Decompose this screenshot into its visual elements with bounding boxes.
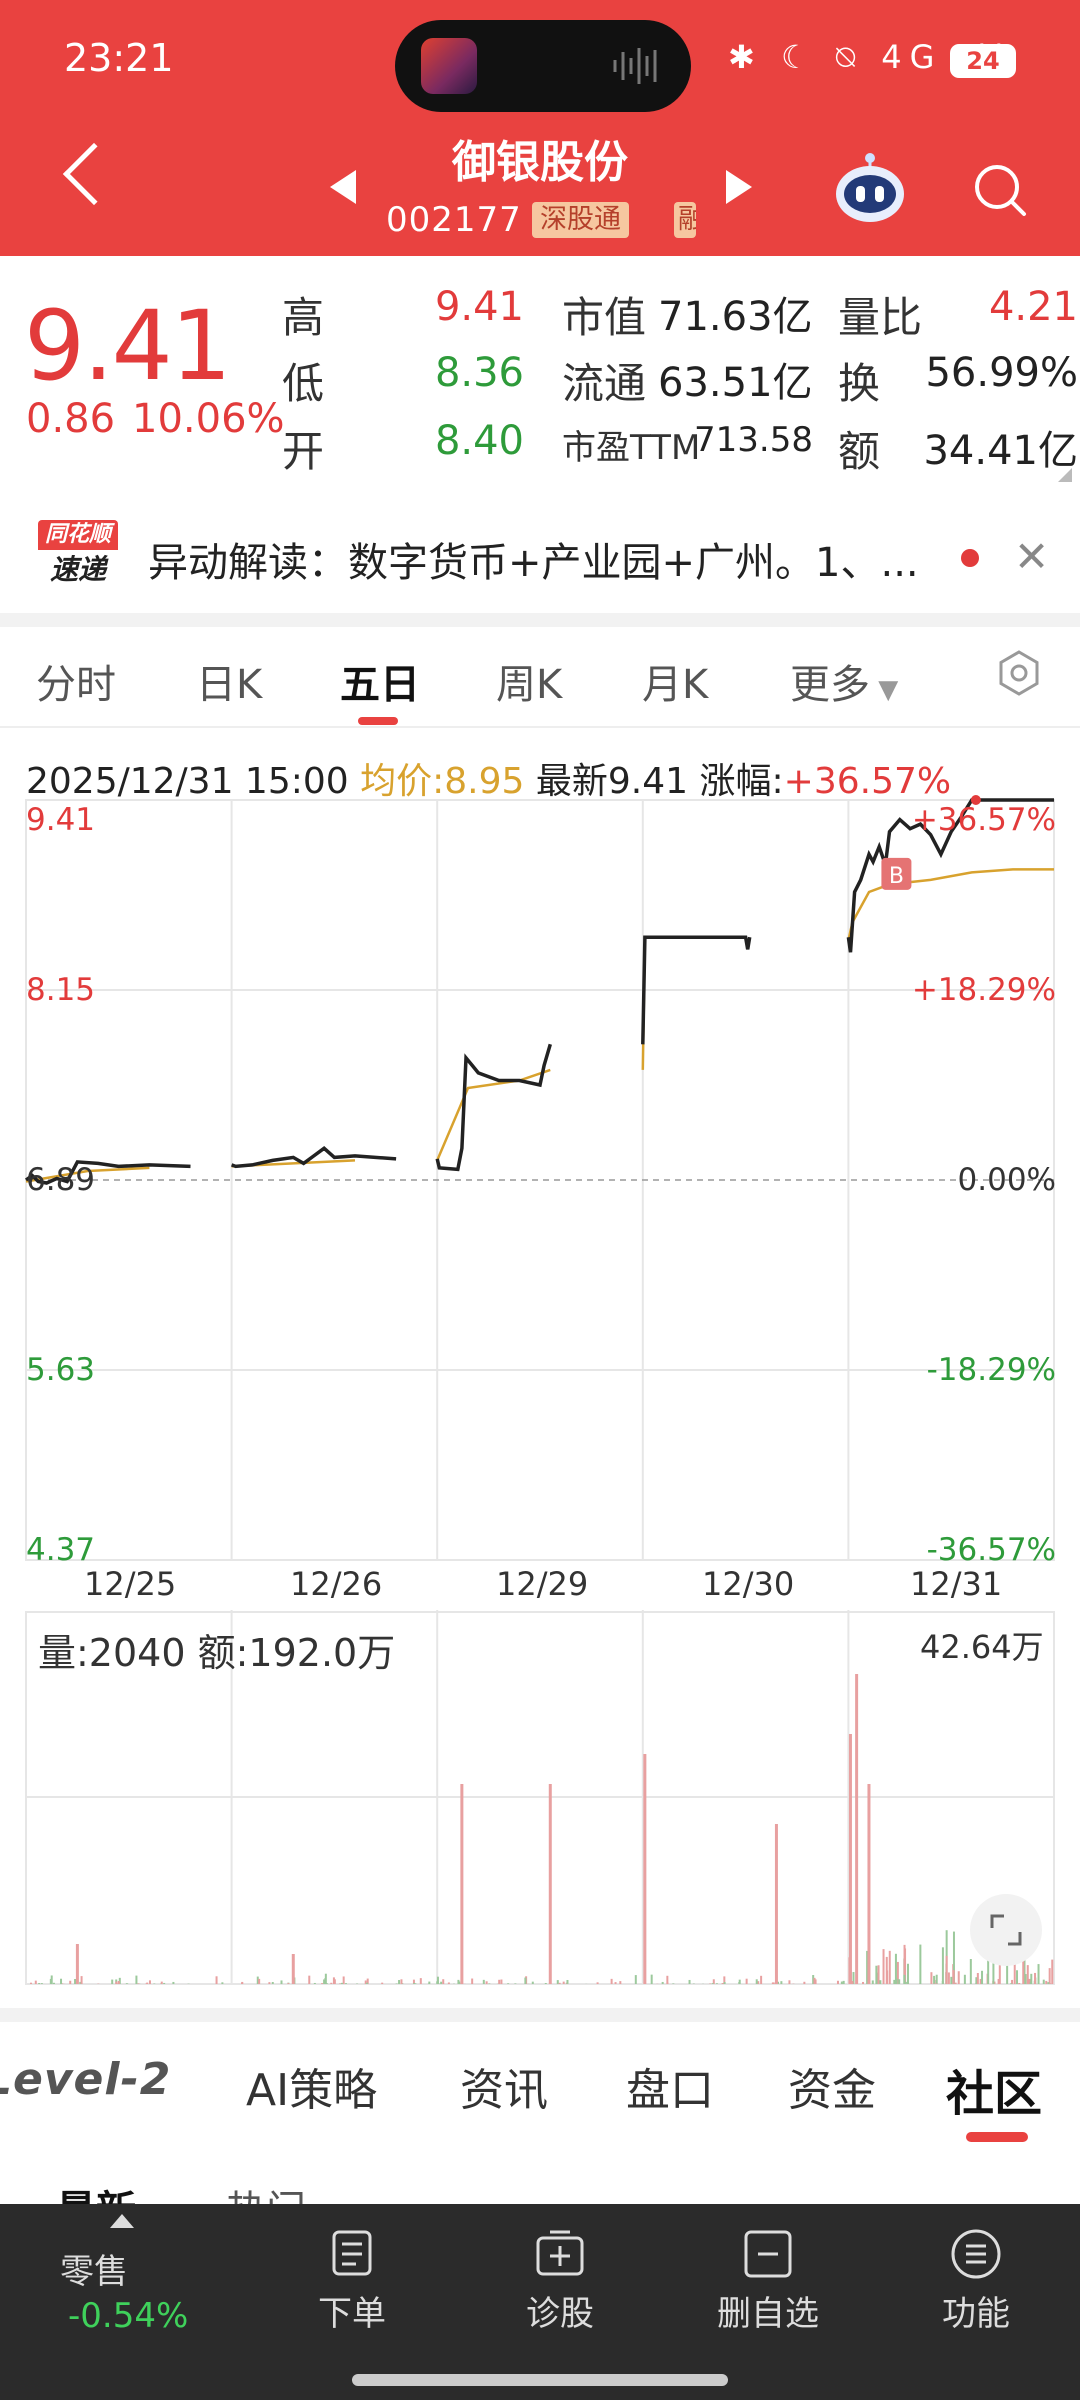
pe-value: 713.58 [694,420,813,460]
tab-more[interactable]: 更多 ▼ [790,652,898,710]
app-header: 23:21 ✱ ☾ ⍉ 4G ıll 24 御银股份 002177 深股通 融 [0,0,1080,256]
x-tick: 12/30 [702,1565,795,1603]
tab-five-day[interactable]: 五日 [340,652,420,710]
tab-ai-strategy[interactable]: AI策略 [246,2054,377,2118]
y-tick-left: 6.89 [26,1162,96,1198]
x-tick: 12/25 [84,1565,177,1603]
high-label: 高 [282,293,325,342]
battery-icon: 24 [950,44,1016,78]
divider [0,726,1080,728]
low-value: 8.36 [434,350,524,396]
tab-news[interactable]: 资讯 [460,2054,548,2118]
tab-funds[interactable]: 资金 [788,2054,876,2118]
x-tick: 12/26 [290,1565,383,1603]
volume-max: 42.64万 [920,1628,1044,1666]
high-value: 9.41 [434,284,524,330]
y-tick-left: 4.37 [26,1532,96,1568]
amount-label: 额 [838,427,881,476]
turnover-value: 56.99% [925,350,1078,396]
divider [0,613,1080,627]
tab-monthly-k[interactable]: 月K [642,652,708,710]
ai-assistant-icon[interactable] [832,150,908,226]
y-tick-right: 0.00% [957,1162,1056,1198]
tab-level2[interactable]: Level-2 [0,2054,171,2105]
fullscreen-button[interactable] [970,1894,1042,1966]
y-tick-left: 9.41 [26,802,96,838]
x-tick: 12/29 [496,1565,589,1603]
expand-corner-icon[interactable] [1058,468,1072,482]
fullscreen-icon [990,1914,1022,1946]
next-stock-icon[interactable] [726,170,752,204]
prev-stock-icon[interactable] [330,170,356,204]
tab-daily-k[interactable]: 日K [196,652,262,710]
y-tick-left: 8.15 [26,972,96,1008]
open-label: 开 [282,427,325,476]
diagnose-icon [536,2230,584,2276]
stock-name: 御银股份 [452,137,628,188]
turnover-label: 换 [838,359,881,408]
search-icon[interactable] [972,162,1028,218]
tab-intraday[interactable]: 分时 [36,652,116,710]
stock-code: 002177 [386,200,522,240]
volratio-label: 量比 [838,293,923,342]
price-change-pct: 10.06% [132,396,285,442]
current-price: 9.41 [24,290,232,402]
volume-info: 量:2040 额:192.0万 [38,1631,396,1675]
float-value: 63.51亿 [658,360,813,406]
y-tick-right: +18.29% [911,972,1056,1008]
avg-price-line [25,868,1054,1183]
caret-up-icon[interactable] [110,2214,134,2228]
y-tick-right: +36.57% [911,802,1056,838]
media-thumbnail [421,38,477,94]
subtab-latest[interactable]: 最新 [56,2178,136,2204]
volratio-value: 4.21 [988,284,1078,330]
news-text[interactable]: 异动解读：数字货币+产业园+广州。1、... [148,530,919,588]
amount-value: 34.41亿 [923,428,1078,474]
tab-indicator [966,2132,1028,2142]
y-tick-left: 5.63 [26,1352,96,1388]
audio-wave-icon [613,48,657,84]
tab-community[interactable]: 社区 [946,2054,1042,2124]
unread-dot [961,549,979,567]
remove-watchlist-icon [744,2230,792,2278]
nav-order[interactable]: 下单 [272,2204,432,2400]
y-tick-right: -36.57% [926,1532,1056,1568]
pe-label: 市盈TTM [562,428,701,468]
close-icon[interactable]: ✕ [1014,532,1049,581]
x-tick: 12/31 [910,1565,1003,1603]
order-icon [332,2230,372,2276]
subtab-hot[interactable]: 热门 [226,2178,306,2204]
settings-icon[interactable] [996,650,1042,696]
price-change: 0.86 [26,396,116,442]
shenzhen-connect-badge: 深股通 [532,202,629,238]
bottom-nav: 零售 -0.54% 下单 诊股 删自选 功能 [0,2204,1080,2400]
float-label: 流通 [562,359,647,408]
tab-order-book[interactable]: 盘口 [626,2054,714,2118]
divider [0,2008,1080,2022]
status-time: 23:21 [64,36,174,80]
mktcap-label: 市值 [562,293,647,342]
margin-badge: 融 [674,202,696,238]
retail-label[interactable]: 零售 [60,2244,128,2293]
tab-weekly-k[interactable]: 周K [496,652,562,710]
news-logo: 同花顺 速递 [38,520,118,594]
low-label: 低 [282,359,325,408]
chevron-down-icon: ▼ [870,675,899,705]
nav-remove-watchlist[interactable]: 删自选 [688,2204,848,2400]
tab-indicator [358,717,398,725]
menu-icon [951,2229,1001,2279]
nav-functions[interactable]: 功能 [896,2204,1056,2400]
mktcap-value: 71.63亿 [658,294,813,340]
home-indicator[interactable] [352,2374,728,2386]
open-value: 8.40 [434,418,524,464]
dynamic-island[interactable] [395,20,691,112]
price-line [24,798,1054,1185]
sub-tabs: 最新 热门 [0,2150,1080,2204]
buy-marker-label: B [889,864,904,889]
nav-diagnose[interactable]: 诊股 [480,2204,640,2400]
y-tick-right: -18.29% [926,1352,1056,1388]
retail-value: -0.54% [68,2296,189,2336]
price-chart[interactable]: B [0,790,1080,1570]
